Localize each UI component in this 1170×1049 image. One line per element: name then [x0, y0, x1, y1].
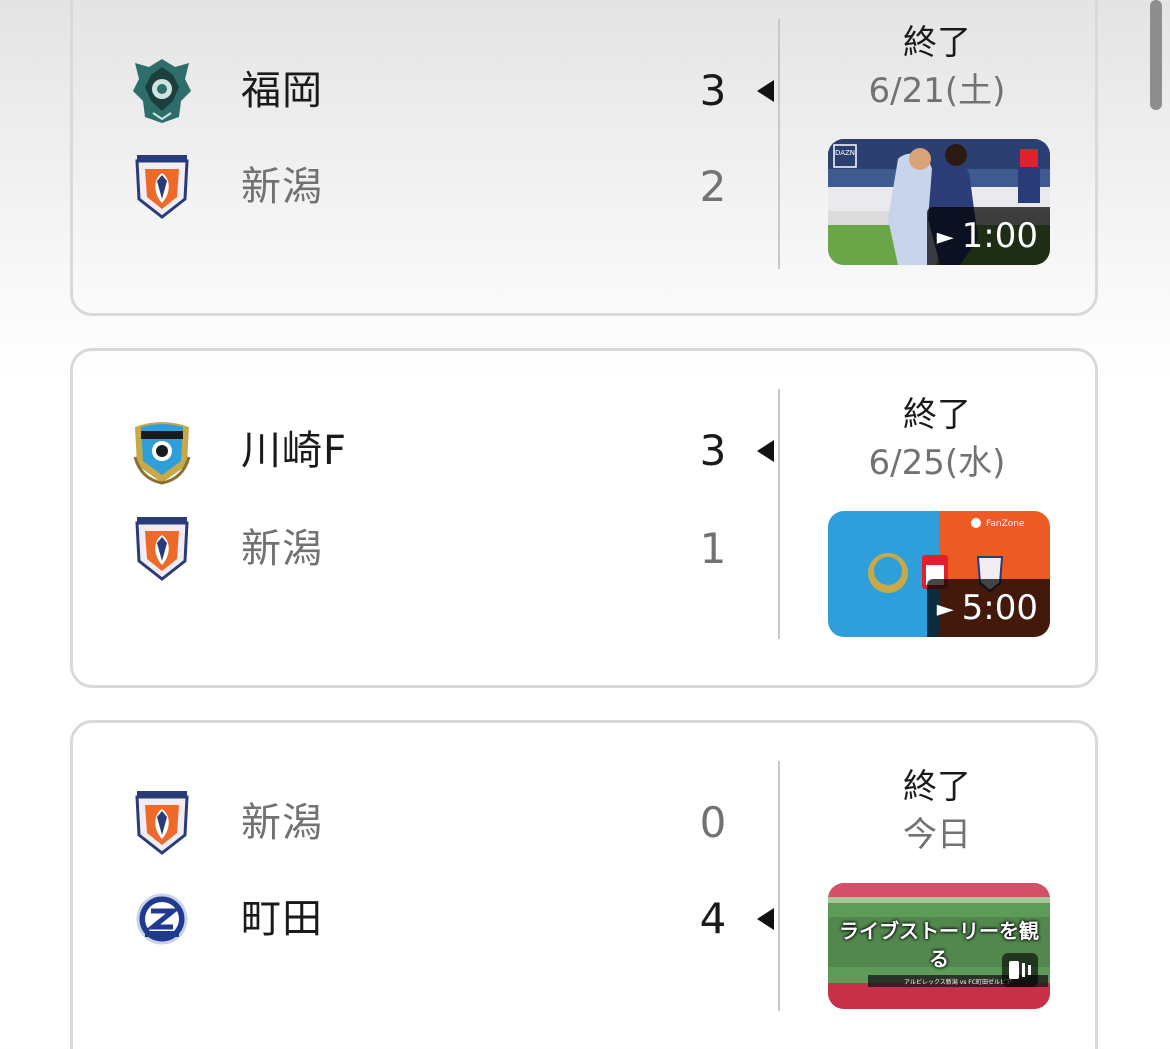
team-name: 新潟 — [241, 164, 323, 210]
video-duration: ► 1:00 — [926, 207, 1050, 265]
machida-zelvia-crest-icon — [136, 893, 188, 945]
match-date: 今日 — [903, 815, 971, 855]
winner-arrow-icon — [757, 908, 774, 930]
winner-arrow-icon — [757, 440, 774, 462]
score: 1 — [699, 524, 727, 573]
video-duration: ► 5:00 — [926, 579, 1050, 637]
team-name: 川崎F — [241, 428, 348, 474]
divider — [778, 19, 780, 269]
video-thumbnail[interactable]: FanZone ► 5:00 — [828, 511, 1050, 637]
match-date: 6/25(水) — [868, 443, 1006, 483]
team-name: 新潟 — [241, 800, 323, 846]
divider — [778, 389, 780, 639]
avispa-fukuoka-crest-icon — [133, 59, 191, 123]
team-row-home: 福岡 3 — [73, 51, 774, 131]
team-row-away: 新潟 2 — [73, 147, 773, 227]
team-row-away: 町田 4 — [73, 879, 774, 959]
divider — [778, 761, 780, 1011]
match-status: 終了 — [903, 23, 971, 63]
winner-arrow-icon — [757, 80, 774, 102]
live-story-thumbnail[interactable]: アルビレックス新潟 vs FC町田ゼルビア ライブストーリーを観る — [828, 883, 1050, 1009]
svg-text:FanZone: FanZone — [986, 519, 1025, 529]
team-row-home: 川崎F 3 — [73, 411, 774, 491]
kawasaki-frontale-crest-icon — [133, 422, 191, 485]
score: 2 — [699, 162, 727, 211]
scrollbar[interactable] — [1150, 0, 1162, 110]
team-name: 新潟 — [241, 526, 323, 572]
team-row-away: 新潟 1 — [73, 509, 773, 589]
match-card[interactable]: 福岡 3 新潟 2 終了 6/21(土) DAZN ► 1:00 — [70, 0, 1098, 316]
albirex-niigata-crest-icon — [135, 791, 189, 855]
team-row-home: 新潟 0 — [73, 783, 773, 863]
match-status: 終了 — [903, 767, 971, 807]
svg-text:アルビレックス新潟 vs FC町田ゼルビア: アルビレックス新潟 vs FC町田ゼルビア — [904, 978, 1012, 986]
team-name: 福岡 — [241, 68, 323, 114]
albirex-niigata-crest-icon — [135, 517, 189, 581]
story-icon — [1002, 953, 1038, 987]
match-date: 6/21(土) — [868, 71, 1006, 111]
score: 0 — [699, 798, 727, 847]
svg-text:DAZN: DAZN — [835, 149, 855, 157]
score: 4 — [699, 894, 727, 943]
score: 3 — [699, 426, 727, 475]
albirex-niigata-crest-icon — [135, 155, 189, 219]
match-card[interactable]: 川崎F 3 新潟 1 終了 6/25(水) FanZone ► 5:00 — [70, 348, 1098, 688]
play-icon: ► — [936, 596, 954, 622]
video-thumbnail[interactable]: DAZN ► 1:00 — [828, 139, 1050, 265]
match-card[interactable]: 新潟 0 町田 4 終了 今日 アルビレックス新潟 vs FC町田ゼルビア ライ… — [70, 720, 1098, 1049]
match-status: 終了 — [903, 395, 971, 435]
play-icon: ► — [936, 224, 954, 250]
score: 3 — [699, 66, 727, 115]
team-name: 町田 — [241, 896, 323, 942]
